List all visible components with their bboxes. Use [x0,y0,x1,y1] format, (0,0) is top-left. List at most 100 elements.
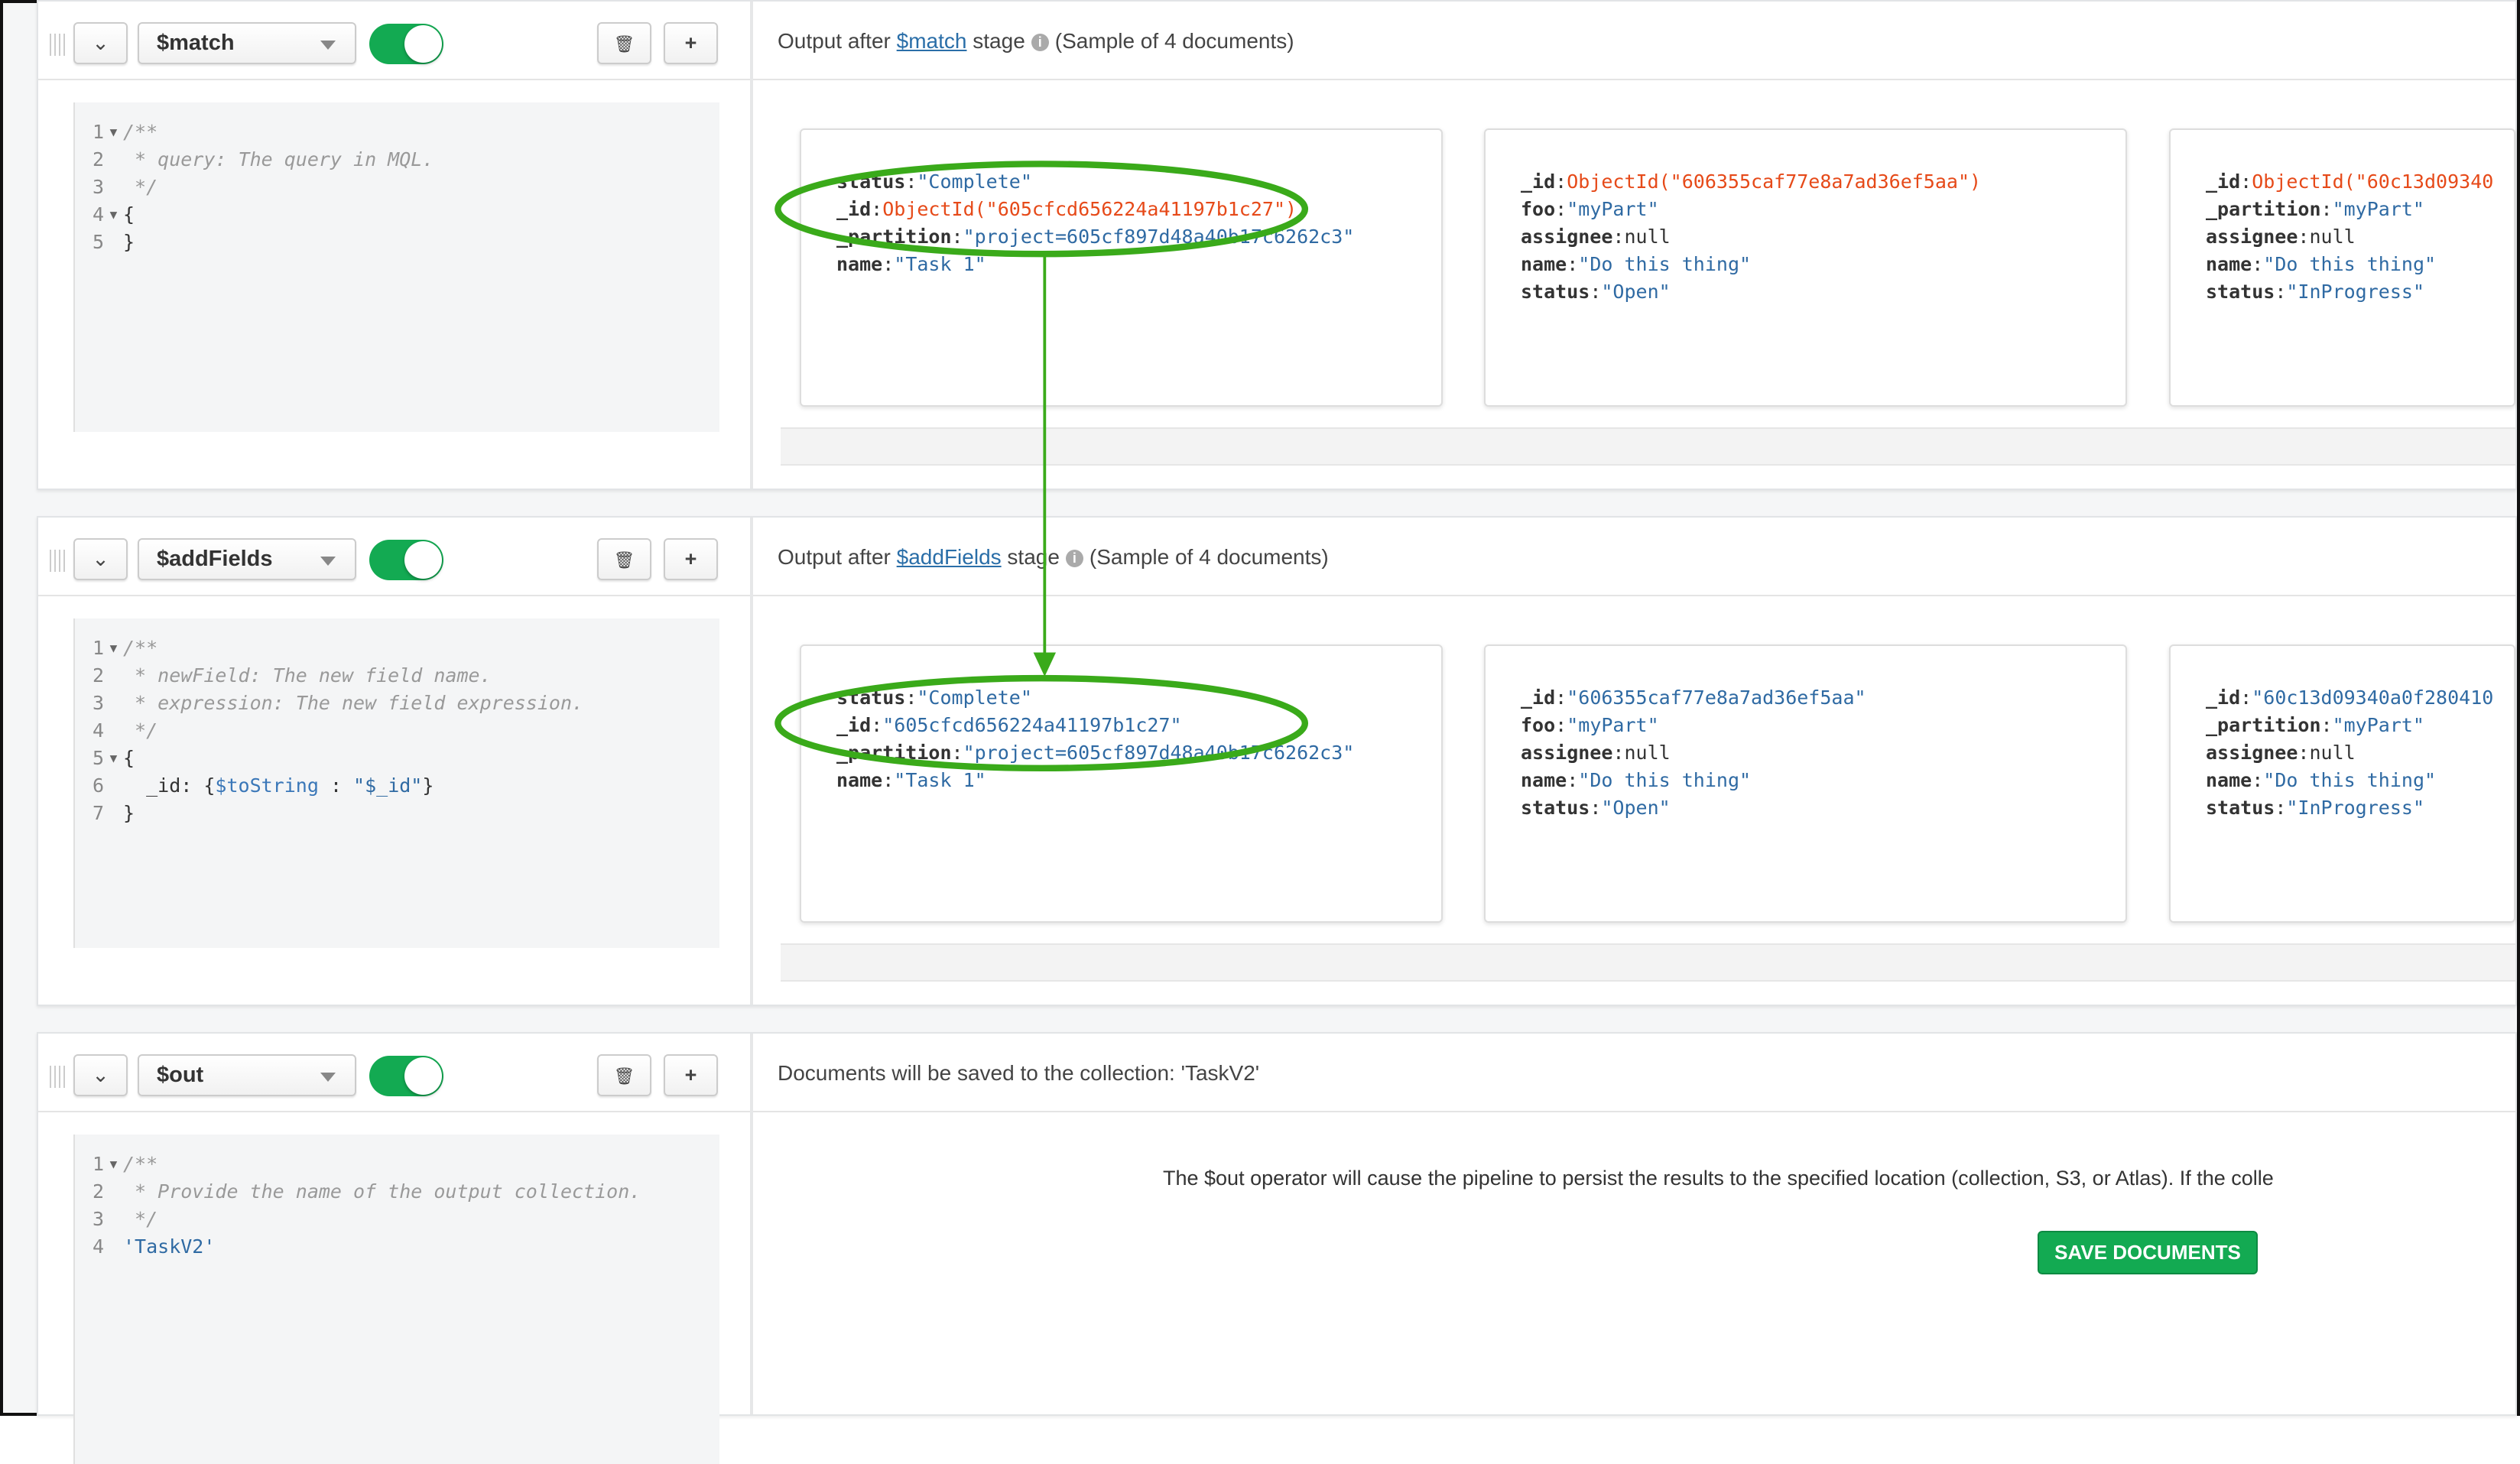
code-token: 'TaskV2' [123,1235,216,1258]
aggregation-pipeline-builder: ⌄ $match 🗑 +1 ▼ /** 2 * query: The query in MQ… [0,0,2520,1464]
field-key: _partition [836,226,952,248]
collapse-button[interactable]: ⌄ [73,22,128,64]
panel-divider [750,2,753,489]
stage-code-editor[interactable]: 1 ▼ /** 2 * Provide the name of the output … [73,1135,719,1464]
document-field: _id:"60c13d09340a0f280410 [2206,687,2494,709]
field-value: ObjectId("605cfcd656224a41197b1c27") [882,198,1297,220]
field-key: assignee [1521,742,1613,764]
field-key: assignee [2206,226,2298,248]
code-token: * expression: The new field expression. [123,692,584,714]
plus-icon: + [684,547,697,570]
delete-stage-button[interactable]: 🗑 [597,22,651,64]
document-card: _id:"60c13d09340a0f280410 _partition:"myP… [2169,644,2515,923]
stage-doc-link[interactable]: $addFields [897,545,1002,569]
field-key: status [836,170,906,193]
document-field: status:"InProgress" [2206,281,2424,303]
stage-operator-select[interactable]: $match [138,22,356,64]
fold-arrow-icon: ▼ [109,125,118,139]
delete-stage-button[interactable]: 🗑 [597,538,651,580]
drag-handle-icon[interactable] [50,1066,66,1088]
code-token: */ [123,1208,158,1230]
document-field: _partition:"myPart" [2206,714,2424,736]
code-line: 6 _id: {$toString : "$_id"} [75,772,434,800]
code-token: } [123,231,135,253]
field-value: "myPart" [2332,198,2424,220]
field-key: _id [1521,687,1556,709]
collapse-button[interactable]: ⌄ [73,1054,128,1096]
document-field: name:"Do this thing" [2206,253,2437,275]
stage-code-editor[interactable]: 1 ▼/** 2 * newField: The new field name. 3 … [73,618,719,948]
drag-handle-icon[interactable] [50,550,66,572]
code-token: /** [123,1153,158,1175]
document-field: name:"Do this thing" [2206,769,2437,791]
add-stage-button[interactable]: + [664,1054,718,1096]
toggle-knob [404,25,442,63]
stage-enabled-toggle[interactable] [369,540,443,580]
stage-operator-select[interactable]: $out [138,1054,356,1096]
line-number: 3 [92,692,104,714]
plus-icon: + [684,31,697,54]
drag-handle-icon[interactable] [50,34,66,56]
save-documents-button[interactable]: SAVE DOCUMENTS [2038,1231,2258,1274]
stage-code-editor[interactable]: 1 ▼/** 2 * query: The query in MQL. 3 */4 ▼{… [73,102,719,432]
collapse-button[interactable]: ⌄ [73,538,128,580]
field-key: _id [2206,687,2241,709]
document-field: _partition:"myPart" [2206,198,2424,220]
stage-enabled-toggle[interactable] [369,24,443,64]
field-key: _partition [836,742,952,764]
line-number: 5 [92,747,104,769]
trash-icon: 🗑 [613,1066,635,1086]
field-key: name [2206,253,2252,275]
field-key: name [1521,769,1567,791]
document-field: foo:"myPart" [1521,714,1659,736]
code-line: 1 ▼ /** [75,118,158,146]
document-field: _id:"605cfcd656224a41197b1c27" [836,714,1182,736]
field-value: ObjectId("60c13d09340 [2252,170,2494,193]
add-stage-button[interactable]: + [664,22,718,64]
stage-enabled-toggle[interactable] [369,1056,443,1096]
stage-doc-link[interactable]: $match [897,29,967,53]
field-value: "Do this thing" [2263,253,2437,275]
stage-operator-select[interactable]: $addFields [138,538,356,580]
document-field: name:"Do this thing" [1521,253,1752,275]
output-header: Output after $match stage i (Sample of 4 d… [778,29,1294,54]
code-token: * query: The query in MQL. [123,148,434,170]
delete-stage-button[interactable]: 🗑 [597,1054,651,1096]
field-value: "InProgress" [2286,281,2424,303]
output-suffix: stage [1007,545,1060,569]
field-value: null [2309,742,2356,764]
field-value: "InProgress" [2286,797,2424,819]
horizontal-scrollbar[interactable] [781,943,2515,982]
line-number: 7 [92,802,104,824]
field-key: status [2206,797,2275,819]
code-line: 3 */ [75,174,158,201]
field-key: _id [836,714,872,736]
add-stage-button[interactable]: + [664,538,718,580]
info-icon[interactable]: i [1031,34,1049,51]
code-line: 1 ▼ /** [75,1151,158,1178]
field-key: _partition [2206,714,2321,736]
code-line: 3 * expression: The new field expression… [75,690,583,717]
document-field: assignee:null [1521,226,1671,248]
field-key: foo [1521,714,1556,736]
line-number: 3 [92,176,104,198]
line-number: 6 [92,774,104,797]
chevron-down-icon: ⌄ [92,547,109,570]
code-token: _id: { [123,774,216,797]
field-value: "Do this thing" [1578,769,1752,791]
info-icon[interactable]: i [1065,550,1083,567]
field-value: "60c13d09340a0f280410 [2252,687,2494,709]
horizontal-scrollbar[interactable] [781,427,2515,466]
code-line: 4 */ [75,717,158,745]
output-prefix: Output after [778,29,891,53]
sample-count: (Sample of 4 documents) [1089,545,1329,569]
plus-icon: + [684,1063,697,1086]
code-line: 2 * newField: The new field name. [75,662,492,690]
field-key: assignee [2206,742,2298,764]
field-value: "Complete" [917,687,1032,709]
field-value: "Task 1" [894,769,986,791]
field-value: "myPart" [2332,714,2424,736]
field-key: _id [2206,170,2241,193]
fold-arrow-icon: ▼ [109,751,118,765]
out-operator-message: The $out operator will cause the pipelin… [1163,1167,2274,1190]
